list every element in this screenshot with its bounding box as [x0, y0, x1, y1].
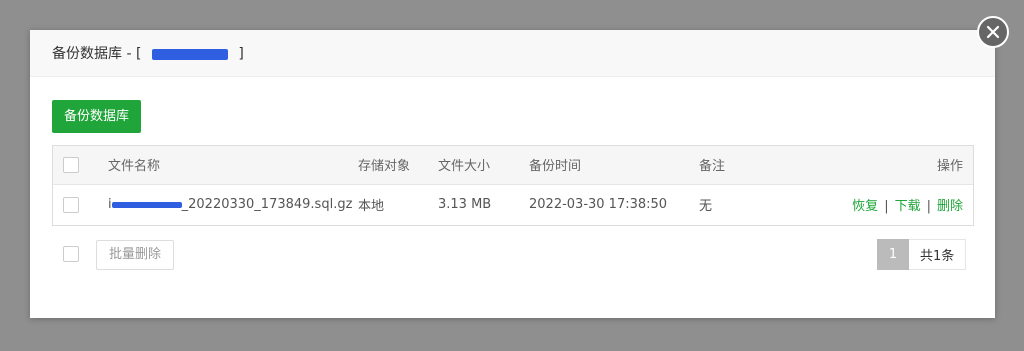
ops-separator: |: [884, 199, 889, 215]
table-header-row: 文件名称 存储对象 文件大小 备份时间 备注 操作: [53, 146, 973, 184]
ops-separator: |: [926, 199, 931, 215]
page-number-current[interactable]: 1: [877, 239, 909, 270]
header-storage: 存储对象: [358, 159, 411, 175]
page-total-count: 共1条: [909, 239, 967, 270]
delete-link[interactable]: 删除: [937, 199, 963, 214]
database-name-redacted: [151, 48, 228, 60]
table-row: i _20220330_173849.sql.gz 本地 3.13 MB 2022…: [53, 184, 973, 225]
dialog-title-suffix: ]: [238, 46, 244, 62]
storage-cell: 本地: [358, 199, 385, 215]
header-select-cell: [53, 146, 108, 184]
row-select-cell: [53, 184, 108, 225]
file-size-cell: 3.13 MB: [438, 197, 492, 213]
backup-table: 文件名称 存储对象 文件大小 备份时间 备注 操作 i _20220330_173…: [52, 145, 974, 226]
header-file-name: 文件名称: [108, 159, 161, 175]
batch-delete-button[interactable]: 批量删除: [96, 240, 175, 270]
close-dialog-button[interactable]: [977, 16, 1009, 48]
header-operations: 操作: [936, 159, 963, 175]
select-all-checkbox[interactable]: [63, 156, 79, 173]
file-name-redacted: [111, 201, 182, 208]
footer-select-all-checkbox[interactable]: [63, 246, 79, 262]
backup-database-button[interactable]: 备份数据库: [52, 100, 142, 133]
dialog-title: 备份数据库 - [ ]: [52, 43, 244, 63]
header-backup-time: 备份时间: [529, 159, 582, 175]
close-icon: [986, 25, 1000, 39]
pagination: 1 共1条: [877, 239, 967, 270]
note-cell: 无: [699, 199, 713, 215]
row-checkbox[interactable]: [63, 196, 79, 213]
restore-link[interactable]: 恢复: [852, 199, 878, 214]
operations-cell: 恢复 | 下载 | 删除: [769, 184, 973, 225]
file-name-suffix: _20220330_173849.sql.gz: [181, 197, 353, 213]
dialog-header: 备份数据库 - [ ]: [30, 30, 995, 77]
header-note: 备注: [699, 159, 726, 175]
backup-database-dialog: 备份数据库 - [ ] 备份数据库 文件名称 存储对象 文件大小 备份时间 备注…: [30, 30, 995, 318]
backup-time-cell: 2022-03-30 17:38:50: [529, 197, 668, 213]
header-file-size: 文件大小: [438, 159, 491, 175]
download-link[interactable]: 下载: [895, 199, 921, 214]
file-name-cell: i _20220330_173849.sql.gz: [108, 184, 358, 225]
dialog-title-prefix: 备份数据库 - [: [52, 46, 142, 62]
